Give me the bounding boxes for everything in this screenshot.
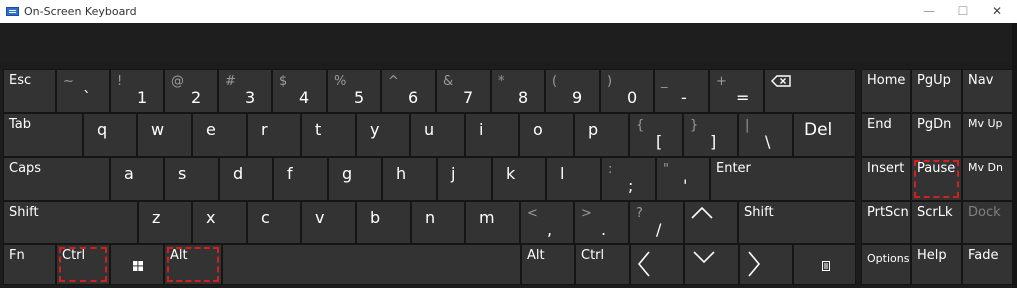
key-u[interactable]: u <box>410 113 465 157</box>
key-arrow-right[interactable] <box>739 244 793 285</box>
key-backslash[interactable]: | \ <box>738 113 793 157</box>
key-ctrl-left[interactable]: Ctrl <box>56 244 110 285</box>
key-m[interactable]: m <box>465 201 520 244</box>
key-tab[interactable]: Tab <box>3 113 83 157</box>
key-dock[interactable]: Dock <box>962 201 1013 244</box>
key-6[interactable]: ^ 6 <box>381 69 436 113</box>
key-c[interactable]: c <box>247 201 301 244</box>
key-7[interactable]: & 7 <box>436 69 491 113</box>
arrow-up-icon <box>691 207 713 219</box>
key-home[interactable]: Home <box>861 69 911 113</box>
key-equals[interactable]: + = <box>709 69 764 113</box>
key-s[interactable]: s <box>164 157 219 201</box>
key-arrow-up[interactable] <box>684 201 738 244</box>
key-backtick[interactable]: ~ ` <box>56 69 110 113</box>
key-pgdn[interactable]: PgDn <box>911 113 962 157</box>
close-button[interactable]: ✕ <box>980 0 1014 23</box>
menu-icon <box>822 261 830 271</box>
key-end[interactable]: End <box>861 113 911 157</box>
key-alt-right[interactable]: Alt <box>521 244 575 285</box>
key-caps[interactable]: Caps <box>3 157 110 201</box>
key-arrow-down[interactable] <box>684 244 739 285</box>
key-ctrl-right[interactable]: Ctrl <box>575 244 630 285</box>
key-9[interactable]: (9 <box>545 69 600 113</box>
arrow-right-icon <box>748 251 760 277</box>
key-help[interactable]: Help <box>911 244 962 285</box>
key-nav[interactable]: Nav <box>962 69 1013 113</box>
key-3[interactable]: #3 <box>218 69 272 113</box>
key-n[interactable]: n <box>411 201 465 244</box>
key-d[interactable]: d <box>219 157 273 201</box>
key-v[interactable]: v <box>301 201 356 244</box>
key-a[interactable]: a <box>110 157 164 201</box>
keyboard-top-band <box>0 23 1017 63</box>
key-quote[interactable]: " ' <box>656 157 710 201</box>
key-y[interactable]: y <box>356 113 410 157</box>
key-r[interactable]: r <box>247 113 301 157</box>
key-fade[interactable]: Fade <box>962 244 1013 285</box>
key-alt-left[interactable]: Alt <box>164 244 222 285</box>
key-enter[interactable]: Enter <box>710 157 856 201</box>
key-comma[interactable]: <, <box>520 201 574 244</box>
key-h[interactable]: h <box>382 157 437 201</box>
key-slash[interactable]: ? / <box>629 201 684 244</box>
key-del[interactable]: Del <box>793 113 856 157</box>
key-4[interactable]: $4 <box>272 69 327 113</box>
key-insert[interactable]: Insert <box>861 157 911 201</box>
key-period[interactable]: >. <box>574 201 629 244</box>
key-pause[interactable]: Pause <box>911 157 962 201</box>
key-i[interactable]: i <box>465 113 519 157</box>
key-k[interactable]: k <box>492 157 546 201</box>
key-e[interactable]: e <box>192 113 247 157</box>
key-shift-left[interactable]: Shift <box>3 201 138 244</box>
key-2[interactable]: @2 <box>164 69 218 113</box>
key-fn[interactable]: Fn <box>3 244 56 285</box>
key-mv-up[interactable]: Mv Up <box>962 113 1013 157</box>
key-1[interactable]: ! 1 <box>110 69 164 113</box>
maximize-button[interactable]: ☐ <box>946 0 980 23</box>
window-title: On-Screen Keyboard <box>24 5 137 18</box>
minimize-button[interactable]: — <box>912 0 946 23</box>
key-left-bracket[interactable]: {[ <box>629 113 683 157</box>
title-bar: On-Screen Keyboard — ☐ ✕ <box>0 0 1017 23</box>
windows-icon <box>133 261 143 271</box>
key-right-bracket[interactable]: }] <box>683 113 738 157</box>
keyboard-app-icon <box>6 7 19 16</box>
key-o[interactable]: o <box>519 113 574 157</box>
key-backspace[interactable] <box>764 69 856 113</box>
key-minus[interactable]: _ - <box>654 69 709 113</box>
key-w[interactable]: w <box>137 113 192 157</box>
key-windows[interactable] <box>110 244 164 285</box>
key-shift-right[interactable]: Shift <box>738 201 856 244</box>
key-f[interactable]: f <box>273 157 328 201</box>
key-8[interactable]: * 8 <box>491 69 545 113</box>
backspace-icon <box>771 75 791 87</box>
key-0[interactable]: ) 0 <box>600 69 654 113</box>
key-esc[interactable]: Esc <box>3 69 56 113</box>
key-prtscn[interactable]: PrtScn <box>861 201 911 244</box>
key-pgup[interactable]: PgUp <box>911 69 962 113</box>
key-p[interactable]: p <box>574 113 629 157</box>
key-5[interactable]: % 5 <box>327 69 381 113</box>
key-space[interactable] <box>222 244 521 285</box>
key-scrlk[interactable]: ScrLk <box>911 201 962 244</box>
key-t[interactable]: t <box>301 113 356 157</box>
key-x[interactable]: x <box>192 201 247 244</box>
key-l[interactable]: l <box>546 157 601 201</box>
key-q[interactable]: q <box>83 113 137 157</box>
key-arrow-left[interactable] <box>630 244 684 285</box>
key-j[interactable]: j <box>437 157 492 201</box>
key-z[interactable]: z <box>138 201 192 244</box>
key-b[interactable]: b <box>356 201 411 244</box>
arrow-left-icon <box>638 251 650 277</box>
key-mv-dn[interactable]: Mv Dn <box>962 157 1013 201</box>
key-g[interactable]: g <box>328 157 382 201</box>
key-options[interactable]: Options <box>861 244 911 285</box>
key-semicolon[interactable]: :; <box>601 157 656 201</box>
arrow-down-icon <box>693 251 715 263</box>
key-menu[interactable] <box>793 244 856 285</box>
